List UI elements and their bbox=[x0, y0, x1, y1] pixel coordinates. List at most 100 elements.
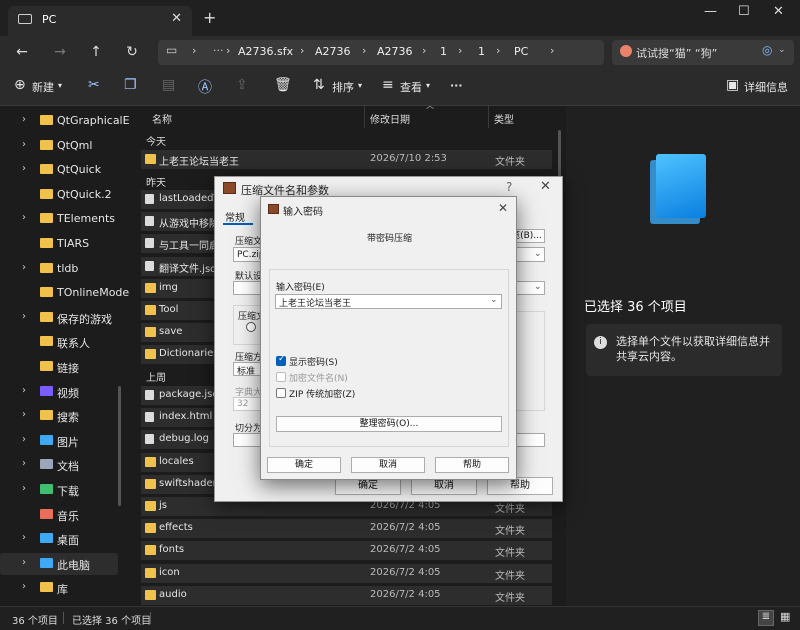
breadcrumb-item[interactable]: 1 bbox=[478, 45, 485, 58]
breadcrumb-item[interactable]: A2736.sfx bbox=[238, 45, 293, 58]
nav-item[interactable]: › QtQuick bbox=[0, 159, 118, 181]
nav-item[interactable]: 联系人 bbox=[0, 331, 118, 353]
nav-item[interactable]: 音乐 bbox=[0, 504, 118, 526]
sort-button[interactable]: 排序 bbox=[332, 79, 354, 95]
chevron-right-icon[interactable]: › bbox=[22, 434, 26, 445]
nav-item[interactable]: › QtGraphicalE bbox=[0, 110, 130, 132]
nav-item[interactable]: › 文档 bbox=[0, 454, 118, 476]
organize-passwords-button[interactable]: 整理密码(O)... bbox=[276, 416, 502, 432]
help-icon[interactable]: ? bbox=[506, 180, 512, 194]
chevron-right-icon[interactable]: › bbox=[22, 409, 26, 420]
nav-scrollbar[interactable] bbox=[118, 386, 121, 506]
nav-item[interactable]: › 图片 bbox=[0, 430, 118, 452]
chevron-down-icon[interactable]: ▾ bbox=[426, 81, 430, 90]
more-button[interactable]: ··· bbox=[450, 79, 463, 92]
rename-icon[interactable]: Ⓐ bbox=[198, 77, 212, 97]
column-divider[interactable] bbox=[488, 106, 489, 128]
nav-item[interactable]: › 下载 bbox=[0, 479, 118, 501]
chevron-right-icon[interactable]: › bbox=[22, 581, 26, 592]
chevron-right-icon[interactable]: › bbox=[22, 262, 26, 273]
view-button[interactable]: 查看 bbox=[400, 79, 422, 95]
nav-item[interactable]: › 搜索 bbox=[0, 405, 118, 427]
group-header[interactable]: 今天 bbox=[146, 133, 166, 148]
close-tab-icon[interactable]: ✕ bbox=[171, 11, 182, 26]
chevron-down-icon[interactable]: ▾ bbox=[58, 81, 62, 90]
nav-item[interactable]: QtQuick.2 bbox=[0, 184, 118, 206]
show-password-label[interactable]: 显示密码(S) bbox=[289, 355, 338, 368]
new-button[interactable]: 新建 bbox=[32, 79, 54, 95]
delete-icon[interactable]: 🗑 bbox=[274, 77, 292, 93]
nav-item[interactable]: › 此电脑 bbox=[0, 552, 118, 575]
zip-legacy-label[interactable]: ZIP 传统加密(Z) bbox=[289, 387, 355, 400]
tab-general[interactable]: 常规 bbox=[225, 209, 245, 224]
chevron-right-icon[interactable]: › bbox=[22, 557, 26, 568]
chevron-right-icon[interactable]: › bbox=[22, 458, 26, 469]
details-button[interactable]: 详细信息 bbox=[744, 79, 788, 95]
tiles-view-icon[interactable]: ▦ bbox=[780, 610, 790, 623]
address-bar[interactable]: ▭ › ··· › A2736.sfx › A2736 › A2736 › 1 … bbox=[158, 40, 604, 65]
search-box[interactable]: 试试搜“猫” “狗” ◎ ⌄ bbox=[612, 40, 794, 65]
up-button[interactable]: ↑ bbox=[84, 40, 108, 64]
maximize-button[interactable]: ☐ bbox=[738, 4, 750, 19]
chevron-down-icon[interactable]: ⌄ bbox=[534, 282, 542, 292]
column-type[interactable]: 类型 bbox=[494, 111, 514, 126]
breadcrumb-item[interactable]: A2736 bbox=[377, 45, 413, 58]
minimize-button[interactable]: — bbox=[704, 4, 717, 19]
paste-icon[interactable]: ▤ bbox=[162, 77, 175, 93]
breadcrumb-item[interactable]: PC bbox=[514, 45, 528, 58]
details-view-icon[interactable]: ≣ bbox=[758, 610, 774, 626]
chevron-right-icon[interactable]: › bbox=[22, 311, 26, 322]
table-row[interactable]: fonts 2026/7/2 4:05 文件夹 bbox=[141, 541, 552, 561]
chevron-right-icon[interactable]: › bbox=[22, 212, 26, 223]
close-icon[interactable]: ✕ bbox=[498, 201, 508, 215]
nav-item[interactable]: › QtQml bbox=[0, 135, 118, 157]
chevron-down-icon[interactable]: ▾ bbox=[358, 81, 362, 90]
column-date[interactable]: 修改日期 bbox=[370, 111, 410, 126]
format-radio[interactable] bbox=[246, 322, 256, 332]
nav-item[interactable]: › 桌面 bbox=[0, 528, 118, 550]
group-header[interactable]: 昨天 bbox=[146, 174, 166, 189]
chevron-down-icon[interactable]: ⌄ bbox=[778, 45, 786, 55]
ok-button[interactable]: 确定 bbox=[267, 457, 341, 473]
chevron-down-icon[interactable]: ⌄ bbox=[490, 295, 498, 305]
breadcrumb-item[interactable]: A2736 bbox=[315, 45, 351, 58]
close-icon[interactable]: ✕ bbox=[540, 179, 551, 194]
zip-legacy-checkbox[interactable] bbox=[276, 388, 286, 398]
search-input[interactable]: 试试搜“猫” “狗” bbox=[636, 45, 717, 61]
chevron-down-icon[interactable]: ⌄ bbox=[534, 249, 542, 259]
nav-item[interactable]: › 库 bbox=[0, 577, 118, 599]
help-button[interactable]: 帮助 bbox=[435, 457, 509, 473]
password-input[interactable]: 上老王论坛当老王 ⌄ bbox=[275, 294, 502, 309]
copy-icon[interactable]: ❐ bbox=[124, 77, 137, 93]
nav-item[interactable]: › TElements bbox=[0, 208, 118, 230]
table-row[interactable]: effects 2026/7/2 4:05 文件夹 bbox=[141, 519, 552, 539]
chevron-right-icon[interactable]: › bbox=[22, 139, 26, 150]
table-row[interactable]: audio 2026/7/2 4:05 文件夹 bbox=[141, 585, 552, 605]
close-window-button[interactable]: ✕ bbox=[773, 4, 784, 19]
cut-icon[interactable]: ✂ bbox=[88, 77, 100, 93]
chevron-right-icon[interactable]: › bbox=[22, 163, 26, 174]
refresh-button[interactable]: ↻ bbox=[120, 40, 144, 64]
back-button[interactable]: ← bbox=[10, 40, 34, 64]
breadcrumb-item[interactable]: 1 bbox=[440, 45, 447, 58]
nav-item[interactable]: › 视频 bbox=[0, 381, 118, 403]
nav-item[interactable]: › tldb bbox=[0, 258, 118, 280]
show-password-checkbox[interactable] bbox=[276, 354, 286, 366]
nav-item[interactable]: TIARS bbox=[0, 233, 118, 255]
nav-item[interactable]: TOnlineMode bbox=[0, 282, 129, 304]
chevron-right-icon[interactable]: › bbox=[22, 114, 26, 125]
nav-item[interactable]: › 保存的游戏 bbox=[0, 307, 118, 329]
share-icon[interactable]: ⇪ bbox=[236, 77, 248, 93]
encrypt-filenames-checkbox[interactable] bbox=[276, 372, 286, 382]
column-name[interactable]: 名称 bbox=[152, 111, 172, 126]
copilot-icon[interactable]: ◎ bbox=[762, 43, 772, 57]
chevron-right-icon[interactable]: › bbox=[22, 532, 26, 543]
group-header[interactable]: 上周 bbox=[146, 369, 166, 384]
cancel-button[interactable]: 取消 bbox=[351, 457, 425, 473]
chevron-right-icon[interactable]: › bbox=[22, 385, 26, 396]
table-row[interactable]: icon 2026/7/2 4:05 文件夹 bbox=[141, 563, 552, 583]
forward-button[interactable]: → bbox=[48, 40, 72, 64]
table-row[interactable]: 上老王论坛当老王 2026/7/10 2:53 文件夹 bbox=[141, 150, 552, 169]
chevron-right-icon[interactable]: › bbox=[22, 483, 26, 494]
tab-pc[interactable]: PC ✕ bbox=[8, 6, 192, 36]
